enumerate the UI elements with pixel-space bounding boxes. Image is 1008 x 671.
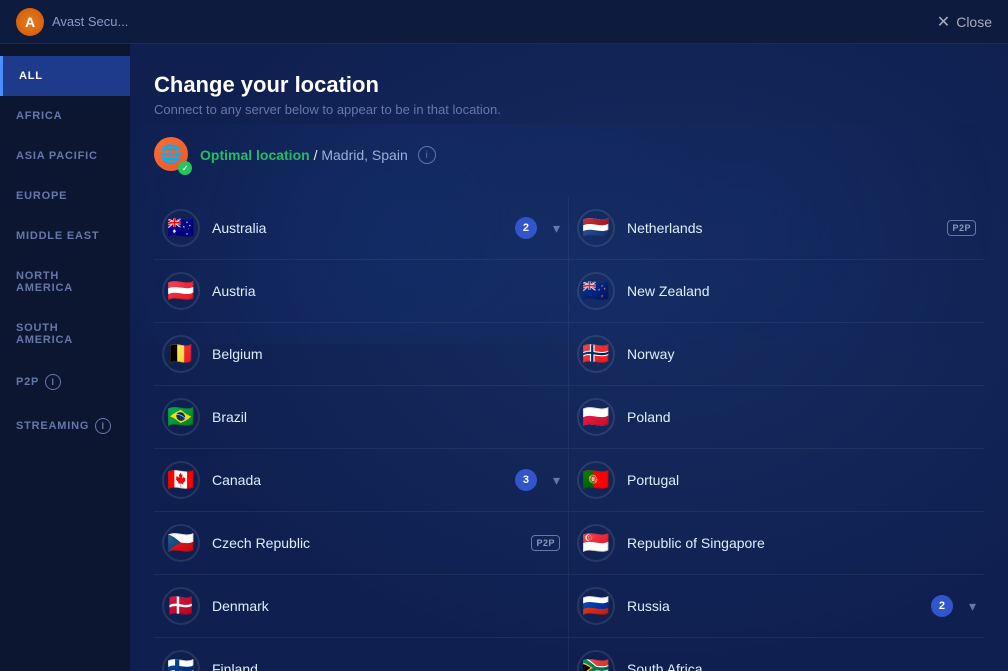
page-subtitle: Connect to any server below to appear to… (154, 102, 984, 117)
country-name: New Zealand (627, 283, 976, 299)
country-name: Poland (627, 409, 976, 425)
country-name: Belgium (212, 346, 560, 362)
p2p-badge: P2P (947, 220, 976, 236)
app-logo: A (16, 8, 44, 36)
sidebar-item-all[interactable]: ALL (0, 56, 130, 96)
country-name: Republic of Singapore (627, 535, 976, 551)
country-flag: 🇧🇷 (162, 398, 200, 436)
optimal-separator: / (310, 147, 322, 163)
expand-icon[interactable]: ▾ (969, 598, 976, 615)
country-name: Russia (627, 598, 919, 614)
country-item-netherlands[interactable]: 🇳🇱 Netherlands P2P (569, 197, 984, 260)
country-flag: 🇨🇿 (162, 524, 200, 562)
info-letter: i (426, 150, 428, 161)
optimal-location[interactable]: 🌐 ✓ Optimal location / Madrid, Spain i (154, 137, 984, 173)
country-flag: 🇦🇺 (162, 209, 200, 247)
country-item-denmark[interactable]: 🇩🇰 Denmark (154, 575, 569, 638)
country-flag: 🇩🇰 (162, 587, 200, 625)
close-icon: ✕ (937, 12, 950, 32)
country-item-new-zealand[interactable]: 🇳🇿 New Zealand (569, 260, 984, 323)
country-item-czech-republic[interactable]: 🇨🇿 Czech Republic P2P (154, 512, 569, 575)
expand-icon[interactable]: ▾ (553, 220, 560, 237)
country-name: Canada (212, 472, 503, 488)
country-item-south-africa[interactable]: 🇿🇦 South Africa (569, 638, 984, 671)
country-flag: 🇵🇱 (577, 398, 615, 436)
info-icon-streaming[interactable]: i (95, 418, 111, 434)
country-item-austria[interactable]: 🇦🇹 Austria (154, 260, 569, 323)
titlebar: A Avast Secu... ✕ Close (0, 0, 1008, 44)
country-name: Australia (212, 220, 503, 236)
info-icon-p2p[interactable]: i (45, 374, 61, 390)
sidebar-item-asia-pacific[interactable]: ASIA PACIFIC (0, 136, 130, 176)
country-flag: 🇵🇹 (577, 461, 615, 499)
country-flag: 🇳🇱 (577, 209, 615, 247)
sidebar-item-p2p[interactable]: P2P i (0, 360, 130, 404)
country-flag: 🇸🇬 (577, 524, 615, 562)
country-item-belgium[interactable]: 🇧🇪 Belgium (154, 323, 569, 386)
optimal-text: Optimal location / Madrid, Spain (200, 147, 408, 163)
country-name: Netherlands (627, 220, 935, 236)
country-item-finland[interactable]: 🇫🇮 Finland (154, 638, 569, 671)
country-name: South Africa (627, 661, 976, 671)
close-button[interactable]: ✕ Close (937, 12, 992, 32)
country-name: Norway (627, 346, 976, 362)
country-flag: 🇫🇮 (162, 650, 200, 671)
sidebar-item-north-america[interactable]: NORTH AMERICA (0, 256, 130, 308)
country-name: Brazil (212, 409, 560, 425)
country-item-russia[interactable]: 🇷🇺 Russia 2 ▾ (569, 575, 984, 638)
country-name: Portugal (627, 472, 976, 488)
country-name: Czech Republic (212, 535, 519, 551)
server-count-badge: 2 (931, 595, 953, 617)
server-count-badge: 3 (515, 469, 537, 491)
sidebar-item-streaming[interactable]: STREAMING i (0, 404, 130, 448)
country-name: Finland (212, 661, 560, 671)
optimal-check-badge: ✓ (178, 161, 192, 175)
country-name: Denmark (212, 598, 560, 614)
optimal-label: Optimal location (200, 147, 310, 163)
country-item-portugal[interactable]: 🇵🇹 Portugal (569, 449, 984, 512)
country-flag: 🇷🇺 (577, 587, 615, 625)
content-area: Change your location Connect to any serv… (130, 44, 1008, 671)
optimal-info-icon[interactable]: i (418, 146, 436, 164)
country-flag: 🇳🇴 (577, 335, 615, 373)
p2p-badge: P2P (531, 535, 560, 551)
country-item-canada[interactable]: 🇨🇦 Canada 3 ▾ (154, 449, 569, 512)
country-item-republic-of-singapore[interactable]: 🇸🇬 Republic of Singapore (569, 512, 984, 575)
country-flag: 🇨🇦 (162, 461, 200, 499)
sidebar-label: P2P (16, 376, 39, 388)
page-title: Change your location (154, 72, 984, 98)
country-item-australia[interactable]: 🇦🇺 Australia 2 ▾ (154, 197, 569, 260)
country-flag: 🇳🇿 (577, 272, 615, 310)
server-count-badge: 2 (515, 217, 537, 239)
country-item-poland[interactable]: 🇵🇱 Poland (569, 386, 984, 449)
optimal-icon: 🌐 ✓ (154, 137, 190, 173)
country-flag: 🇧🇪 (162, 335, 200, 373)
expand-icon[interactable]: ▾ (553, 472, 560, 489)
country-flag: 🇦🇹 (162, 272, 200, 310)
countries-grid: 🇦🇺 Australia 2 ▾ 🇳🇱 Netherlands P2P 🇦🇹 A… (154, 197, 984, 671)
sidebar-item-europe[interactable]: EUROPE (0, 176, 130, 216)
optimal-location-name: Madrid, Spain (321, 147, 407, 163)
close-label: Close (956, 14, 992, 30)
sidebar-item-middle-east[interactable]: MIDDLE EAST (0, 216, 130, 256)
country-name: Austria (212, 283, 560, 299)
country-item-brazil[interactable]: 🇧🇷 Brazil (154, 386, 569, 449)
app-title: Avast Secu... (52, 14, 937, 29)
sidebar-item-south-america[interactable]: SOUTH AMERICA (0, 308, 130, 360)
sidebar: ALLAFRICAASIA PACIFICEUROPEMIDDLE EASTNO… (0, 44, 130, 671)
sidebar-item-africa[interactable]: AFRICA (0, 96, 130, 136)
country-flag: 🇿🇦 (577, 650, 615, 671)
content-header: Change your location Connect to any serv… (154, 72, 984, 117)
main-layout: ALLAFRICAASIA PACIFICEUROPEMIDDLE EASTNO… (0, 44, 1008, 671)
country-item-norway[interactable]: 🇳🇴 Norway (569, 323, 984, 386)
sidebar-label: STREAMING (16, 420, 89, 432)
